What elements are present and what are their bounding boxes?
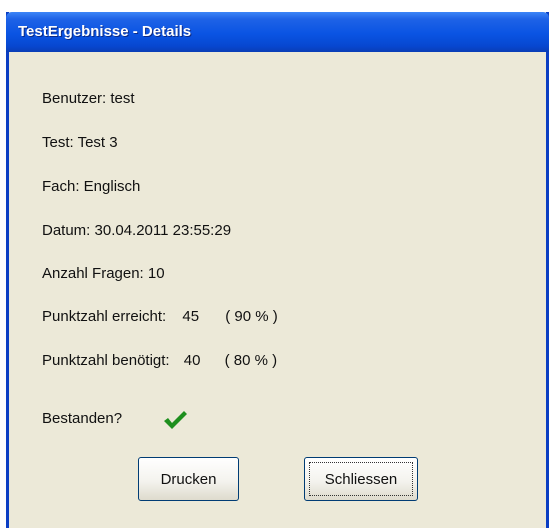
passed-label: Bestanden? <box>42 410 123 427</box>
user-line: Benutzer: test <box>42 90 135 107</box>
test-line: Test: Test 3 <box>42 134 118 151</box>
score-required-value: 40 <box>183 352 201 369</box>
subject-line: Fach: Englisch <box>42 178 141 195</box>
score-reached-label: Punktzahl erreicht: <box>42 308 167 325</box>
details-dialog: TestErgebnisse - Details Benutzer: test … <box>6 12 549 528</box>
title-bar[interactable]: TestErgebnisse - Details <box>6 12 549 52</box>
dialog-content: Benutzer: test Test: Test 3 Fach: Englis… <box>9 52 546 528</box>
score-required-percent: ( 80 % ) <box>224 352 278 369</box>
score-reached-value: 45 <box>182 308 200 325</box>
date-line: Datum: 30.04.2011 23:55:29 <box>42 222 232 239</box>
checkmark-icon <box>164 411 187 429</box>
score-required-line: Punktzahl benötigt: 40 ( 80 % ) <box>42 352 277 369</box>
question-count-line: Anzahl Fragen: 10 <box>42 265 165 282</box>
close-button[interactable]: Schliessen <box>304 457 418 501</box>
window-title: TestErgebnisse - Details <box>18 23 192 40</box>
score-reached-percent: ( 90 % ) <box>225 308 278 325</box>
score-reached-line: Punktzahl erreicht: 45 ( 90 % ) <box>42 308 278 325</box>
print-button[interactable]: Drucken <box>138 457 239 501</box>
score-required-label: Punktzahl benötigt: <box>42 352 170 369</box>
